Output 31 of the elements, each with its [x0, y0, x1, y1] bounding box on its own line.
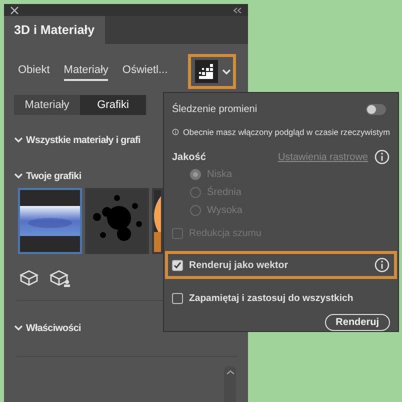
setting-label: Śledzenie promieni — [172, 104, 258, 115]
graphic-thumbnail[interactable] — [152, 188, 163, 254]
caret-icon — [222, 68, 231, 74]
render-icon — [198, 62, 214, 80]
caret-icon — [226, 369, 234, 376]
checkbox[interactable] — [172, 293, 183, 304]
section-title[interactable]: Właściwości — [26, 323, 81, 334]
checkbox[interactable] — [172, 260, 183, 270]
tab[interactable]: Obiekt — [18, 61, 50, 81]
tab[interactable]: Oświetl... — [122, 61, 168, 81]
info-text: Obecnie masz włączony podgląd w czasie rzeczywistym — [182, 127, 390, 137]
section-title[interactable]: Twoje grafiki — [26, 171, 82, 182]
cube-user-icon[interactable] — [49, 269, 71, 287]
scrollbar[interactable] — [224, 366, 236, 402]
close-icon[interactable] — [10, 6, 19, 14]
graphic-thumbnail[interactable] — [85, 188, 149, 254]
toggle-switch[interactable] — [366, 104, 386, 115]
section-title[interactable]: Wszystkie materiały i grafi — [26, 135, 140, 146]
segment-button[interactable]: Materiały — [14, 95, 80, 115]
panel-tab[interactable]: 3D i Materiały — [4, 16, 105, 44]
cube-icon[interactable] — [19, 269, 39, 287]
info-icon — [374, 149, 390, 165]
graphic-thumbnail[interactable] — [18, 188, 82, 254]
render-button[interactable]: Renderuj — [324, 314, 390, 331]
segment-button[interactable]: Grafiki — [80, 95, 146, 115]
checkbox-label[interactable]: Renderuj jako wektor — [189, 260, 288, 270]
render-button[interactable] — [194, 60, 218, 82]
tab[interactable]: Materiały — [64, 61, 108, 81]
collapse-icon[interactable] — [233, 6, 242, 14]
quality-label: Jakość — [172, 152, 206, 162]
checkbox-label[interactable]: Zapamiętaj i zastosuj do wszystkich — [189, 293, 354, 304]
